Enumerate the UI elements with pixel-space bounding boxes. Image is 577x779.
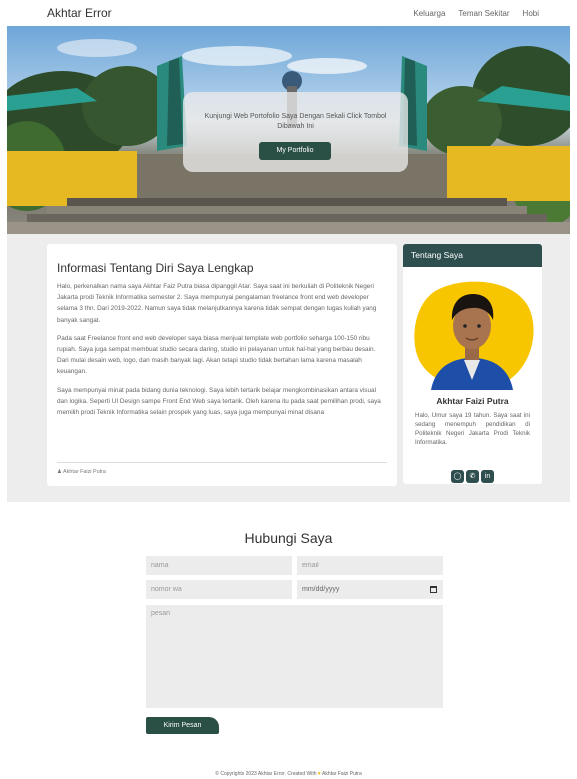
author-name: Akhtar Faizi Putra (63, 469, 106, 475)
info-body: Halo, perkenalkan nama saya Akhtar Faiz … (57, 281, 387, 425)
hero-text: Kunjungi Web Portofolio Saya Dengan Seka… (204, 113, 387, 130)
info-author: ♟ Akhtar Faizi Putra (57, 469, 106, 475)
footer: © Copyrights 2023 Akhtar Error. Created … (0, 771, 577, 777)
footer-copyright: © Copyrights 2023 Akhtar Error. Created … (215, 771, 317, 777)
footer-author: Akhtar Faizi Putra (321, 771, 362, 777)
info-paragraph-3: Saya mempunyai minat pada bidang dunia t… (57, 386, 381, 417)
profile-card: Tentang Saya Akhtar Faizi Putra Halo, Um… (403, 244, 542, 484)
divider (57, 462, 387, 463)
nav-link-teman-sekitar[interactable]: Teman Sekitar (458, 9, 509, 18)
navbar: Akhtar Error Keluarga Teman Sekitar Hobi (0, 0, 577, 26)
hero-card: Kunjungi Web Portofolio Saya Dengan Seka… (183, 92, 408, 172)
nav-link-hobi[interactable]: Hobi (523, 9, 539, 18)
info-paragraph-2: Pada saat Freelance front end web develo… (57, 334, 376, 376)
profile-description: Halo, Umur saya 19 tahun. Saya saat ini … (415, 412, 530, 446)
nav-links: Keluarga Teman Sekitar Hobi (413, 9, 539, 18)
contact-title: Hubungi Saya (244, 530, 333, 546)
heart-icon: ♥ (317, 771, 321, 777)
linkedin-icon[interactable]: in (481, 470, 494, 483)
info-title: Informasi Tentang Diri Saya Lengkap (57, 261, 254, 275)
info-paragraph-1: Halo, perkenalkan nama saya Akhtar Faiz … (57, 283, 377, 324)
date-placeholder: mm/dd/yyyy (302, 586, 340, 593)
brand-logo[interactable]: Akhtar Error (47, 6, 112, 20)
date-input[interactable]: mm/dd/yyyy (297, 580, 443, 599)
profile-name: Akhtar Faizi Putra (436, 396, 509, 406)
instagram-icon[interactable]: ◯ (451, 470, 464, 483)
calendar-icon[interactable] (430, 586, 437, 593)
hero-banner: Kunjungi Web Portofolio Saya Dengan Seka… (7, 26, 570, 234)
my-portfolio-button[interactable]: My Portfolio (259, 142, 331, 160)
profile-photo (414, 281, 534, 390)
email-input[interactable] (297, 556, 443, 575)
about-section: Informasi Tentang Diri Saya Lengkap Halo… (7, 234, 570, 502)
send-message-button[interactable]: Kirim Pesan (146, 717, 219, 734)
nav-link-keluarga[interactable]: Keluarga (413, 9, 445, 18)
user-icon: ♟ (57, 469, 62, 475)
phone-input[interactable] (146, 580, 292, 599)
whatsapp-icon[interactable]: ✆ (466, 470, 479, 483)
name-input[interactable] (146, 556, 292, 575)
info-card: Informasi Tentang Diri Saya Lengkap Halo… (47, 244, 397, 486)
profile-header: Tentang Saya (403, 244, 542, 267)
message-textarea[interactable] (146, 605, 443, 708)
